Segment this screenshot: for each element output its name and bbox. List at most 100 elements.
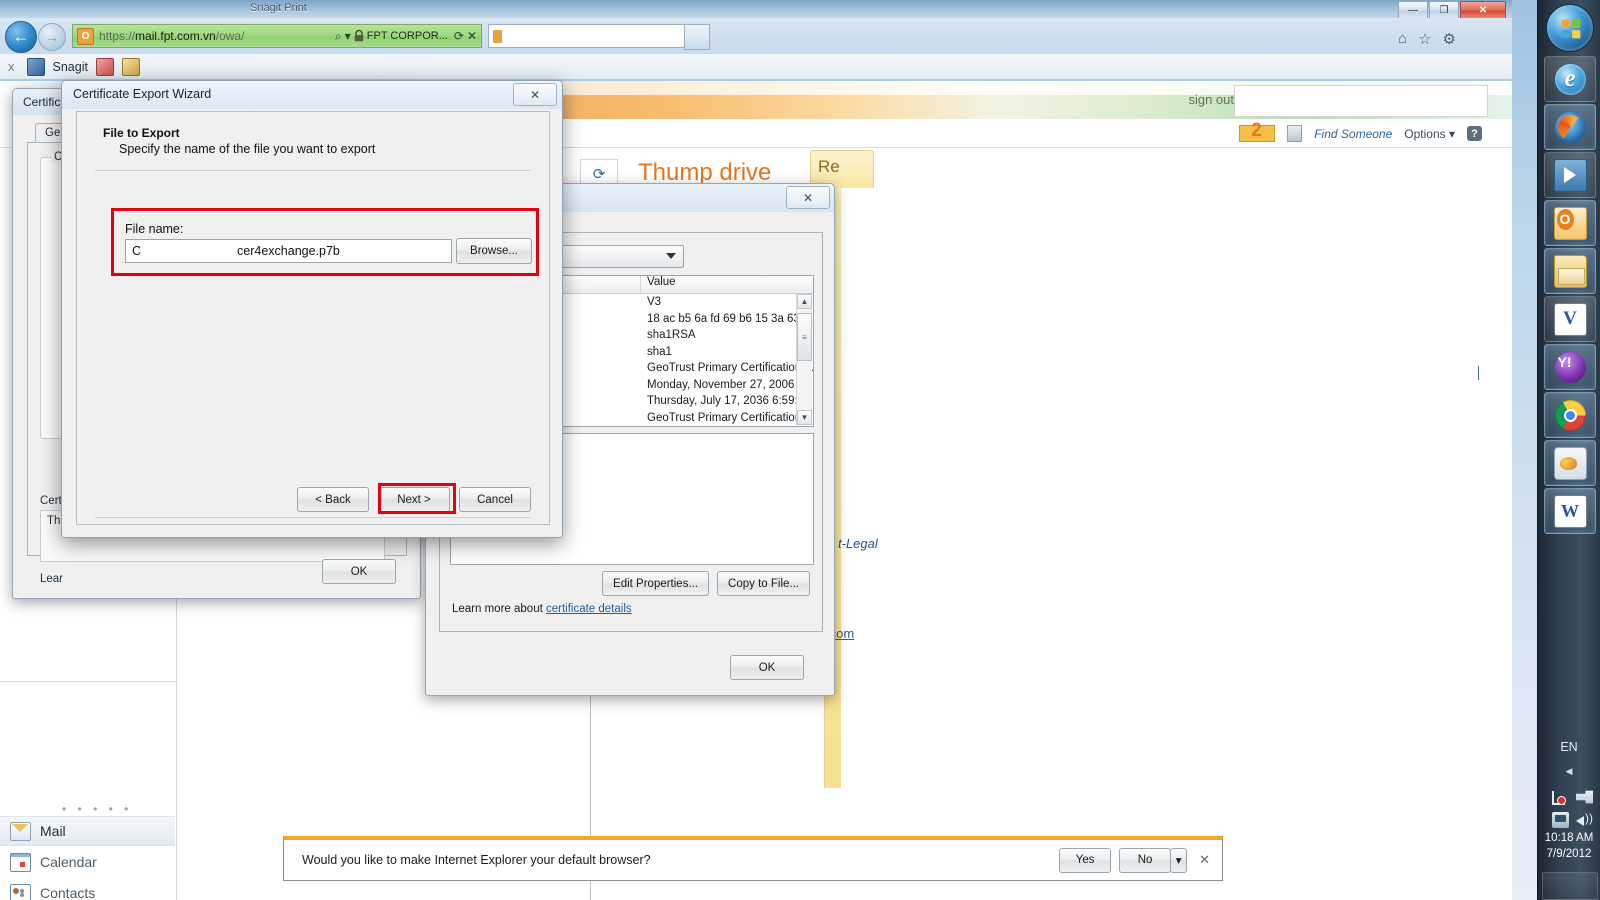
value-cell: sha1RSA <box>647 329 696 342</box>
sidebar-item-label: Contacts <box>40 885 96 900</box>
browser-search-input[interactable] <box>488 24 708 48</box>
outlook-icon <box>1553 206 1587 240</box>
options-label: Options <box>1404 126 1446 141</box>
help-icon[interactable]: ? <box>1467 126 1482 141</box>
taskbar-item-google-chrome[interactable] <box>1544 392 1596 438</box>
taskbar-item-mozilla-firefox[interactable] <box>1544 104 1596 150</box>
forward-icon[interactable]: → <box>38 23 66 51</box>
file-name-input[interactable]: C cer4exchange.p7b <box>125 239 452 263</box>
mail-icon <box>10 821 31 841</box>
snagit-editor-icon[interactable] <box>121 57 140 76</box>
stop-icon[interactable]: ✕ <box>467 29 477 43</box>
file-path-leading: C <box>132 244 142 258</box>
address-bar-url: https://mail.fpt.com.vn/owa/ <box>99 29 332 43</box>
value-cell: GeoTrust Primary Certification <box>647 411 802 424</box>
options-menu[interactable]: Options ▾ <box>1404 127 1455 141</box>
sidebar-item-label: Mail <box>40 823 66 839</box>
close-icon[interactable]: ✕ <box>1199 852 1210 868</box>
sidebar-item-calendar[interactable]: Calendar <box>0 847 175 877</box>
certificate-details-ok-button[interactable]: OK <box>730 655 804 680</box>
no-button[interactable]: No <box>1119 847 1172 873</box>
yes-button[interactable]: Yes <box>1059 847 1112 873</box>
find-someone-link[interactable]: Find Someone <box>1314 127 1392 141</box>
taskbar-item-windows-media-player[interactable] <box>1544 152 1596 198</box>
gear-icon[interactable]: ⚙ <box>1443 30 1456 48</box>
close-icon[interactable]: ✕ <box>786 186 830 209</box>
taskbar-item-internet-explorer[interactable] <box>1544 56 1596 102</box>
wizard-page-subheading: Specify the name of the file you want to… <box>119 142 376 156</box>
certificate-ok-button[interactable]: OK <box>322 559 396 584</box>
speaker-icon[interactable] <box>1576 811 1593 828</box>
certificate-details-actions: Edit Properties... Copy to File... <box>602 571 810 596</box>
snagit-close-icon[interactable]: x <box>8 59 15 74</box>
close-icon[interactable]: ✕ <box>513 83 557 106</box>
sidebar-item-label: Calendar <box>40 854 97 870</box>
sidebar-item-mail[interactable]: Mail <box>0 816 175 846</box>
start-button-icon[interactable] <box>1546 4 1594 52</box>
taskbar-item-paint[interactable] <box>1544 440 1596 486</box>
url-host: mail.fpt.com.vn <box>135 29 216 43</box>
home-icon[interactable]: ⌂ <box>1398 30 1407 48</box>
snagit-capture-icon[interactable] <box>95 57 114 76</box>
taskbar-item-yahoo-messenger[interactable] <box>1544 344 1596 390</box>
show-desktop-button[interactable] <box>1542 872 1598 900</box>
owa-nav-divider <box>0 681 176 682</box>
yahoo-messenger-icon <box>1554 351 1586 383</box>
certificate-export-wizard: Certificate Export Wizard ✕ File to Expo… <box>61 80 563 538</box>
chevron-left-icon[interactable]: ◀ <box>1538 766 1600 777</box>
power-plug-icon[interactable] <box>1576 790 1593 804</box>
taskbar-item-microsoft-word[interactable] <box>1544 488 1596 534</box>
certificate-learn-more[interactable]: Lear <box>40 573 63 585</box>
taskbar-item-microsoft-visio[interactable] <box>1544 296 1596 342</box>
word-icon <box>1553 494 1587 528</box>
chevron-down-icon[interactable]: ▾ <box>345 29 351 43</box>
notification-message: Would you like to make Internet Explorer… <box>302 853 651 867</box>
snagit-logo-icon <box>26 57 45 76</box>
wizard-divider-top <box>95 170 531 171</box>
clock-date[interactable]: 7/9/2012 <box>1538 848 1600 860</box>
next-button-wrapper: Next > <box>378 483 456 514</box>
snagit-toolbar: x Snagit <box>0 54 1512 80</box>
windows-logo-icon <box>1561 17 1580 39</box>
chrome-icon <box>1554 399 1586 431</box>
certificate-details-learn-more: Learn more about certificate details <box>452 603 632 615</box>
notification-dropdown-button[interactable]: ▾ <box>1170 847 1188 873</box>
sign-out-link[interactable]: sign out <box>1188 91 1243 109</box>
wizard-footer: < Back Next > Cancel <box>297 483 531 514</box>
copy-to-file-button[interactable]: Copy to File... <box>717 571 810 596</box>
address-book-icon[interactable] <box>1287 125 1303 142</box>
language-indicator[interactable]: EN <box>1538 740 1600 754</box>
back-icon[interactable]: ← <box>5 21 37 53</box>
url-scheme: https:// <box>99 29 136 43</box>
edit-properties-button[interactable]: Edit Properties... <box>602 571 710 596</box>
list-scrollbar[interactable]: ▲ ≡ ▼ <box>796 294 812 425</box>
next-button-highlight-box <box>378 483 456 514</box>
taskbar-item-microsoft-outlook[interactable] <box>1544 200 1596 246</box>
visio-icon <box>1553 302 1587 336</box>
scroll-up-icon[interactable]: ▲ <box>797 294 812 309</box>
owa-search-input[interactable] <box>1234 85 1488 117</box>
scrollbar-thumb[interactable]: ≡ <box>797 313 812 361</box>
refresh-icon[interactable]: ⟳ <box>454 29 464 43</box>
favorites-star-icon[interactable]: ☆ <box>1418 30 1431 48</box>
network-error-icon[interactable] <box>1552 789 1569 805</box>
owa-navigation-pane: • • • • • Mail Calendar Contacts Tasks P… <box>0 794 175 900</box>
taskbar-item-windows-explorer[interactable] <box>1544 248 1596 294</box>
sidebar-item-contacts[interactable]: Contacts <box>0 878 175 900</box>
lock-icon <box>354 30 364 42</box>
monitor-icon[interactable] <box>1552 812 1569 828</box>
search-icon[interactable]: ⌕ <box>335 29 342 44</box>
scroll-down-icon[interactable]: ▼ <box>797 410 812 425</box>
cancel-button[interactable]: Cancel <box>459 487 531 512</box>
contacts-icon <box>10 883 31 900</box>
clock-time[interactable]: 10:18 AM <box>1538 832 1600 844</box>
value-cell: sha1 <box>647 345 672 358</box>
nav-pane-grip[interactable]: • • • • • <box>62 802 132 816</box>
back-button[interactable]: < Back <box>297 487 369 512</box>
browse-button[interactable]: Browse... <box>456 238 532 264</box>
certificate-details-link[interactable]: certificate details <box>546 603 632 615</box>
media-player-icon <box>1553 158 1587 192</box>
search-dropdown-button[interactable] <box>684 24 710 50</box>
address-bar[interactable]: O https://mail.fpt.com.vn/owa/ ⌕ ▾ FPT C… <box>72 24 482 48</box>
unread-badge[interactable]: 2 <box>1239 120 1276 142</box>
